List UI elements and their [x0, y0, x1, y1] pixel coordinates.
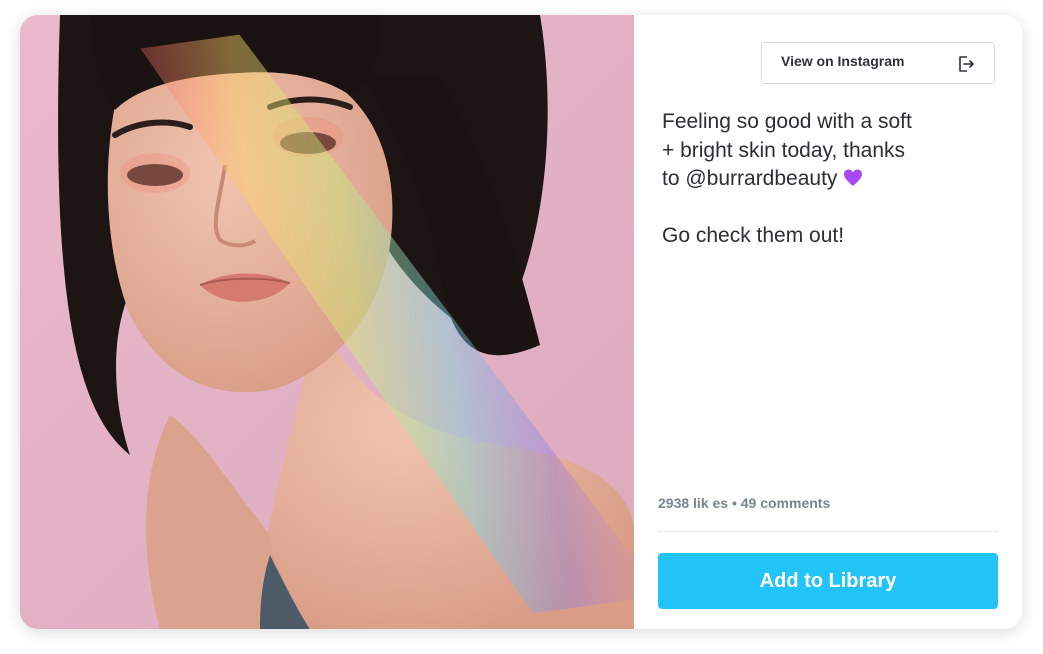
caption-line: Feeling so good with a soft [662, 110, 912, 133]
external-link-icon [959, 56, 974, 72]
post-photo [20, 15, 634, 629]
view-on-instagram-label: View on Instagram [781, 53, 905, 69]
post-stats: 2938 lik es • 49 comments [658, 495, 831, 511]
add-to-library-button[interactable]: Add to Library [658, 553, 998, 609]
portrait-image [20, 15, 634, 629]
caption-line: Go check them out! [662, 223, 845, 247]
purple-heart-icon [844, 169, 863, 186]
divider [658, 531, 998, 532]
post-caption: Feeling so good with a soft + bright ski… [662, 108, 992, 250]
caption-line-with-mention: to @burrardbeauty [662, 165, 992, 194]
post-details-panel: View on Instagram Feeling so good with a… [634, 15, 1022, 629]
caption-line: + bright skin today, thanks [662, 138, 905, 162]
view-on-instagram-button[interactable]: View on Instagram [761, 42, 995, 84]
caption-mention-text: to @burrardbeauty [662, 167, 838, 190]
instagram-post-card: View on Instagram Feeling so good with a… [20, 15, 1022, 629]
